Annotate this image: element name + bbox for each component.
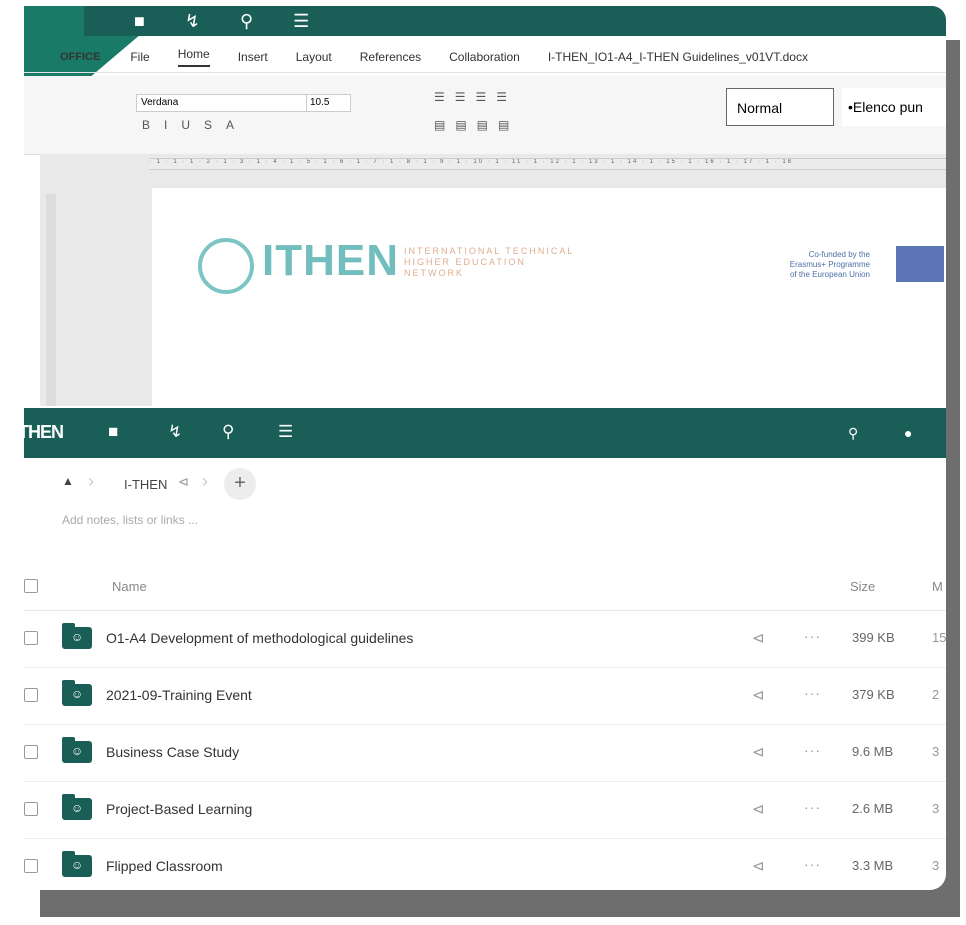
row-checkbox[interactable] xyxy=(24,688,38,702)
share-icon[interactable]: ⊲ xyxy=(178,474,189,490)
search-icon[interactable]: ⚲ xyxy=(222,422,234,442)
notification-icon[interactable]: ● xyxy=(904,425,912,441)
eu-flag-icon xyxy=(896,246,944,282)
cofunded-text: Co-funded by the Erasmus+ Programme of t… xyxy=(789,250,870,279)
shared-folder-icon xyxy=(62,794,92,820)
file-size: 9.6 MB xyxy=(852,744,894,759)
table-row[interactable]: Business Case Study ⊲ ··· 9.6 MB 3 xyxy=(24,724,946,782)
share-icon[interactable]: ⊲ xyxy=(752,857,765,875)
row-checkbox[interactable] xyxy=(24,745,38,759)
file-modified: 3 xyxy=(932,744,940,759)
menu-references[interactable]: References xyxy=(360,50,421,64)
shared-folder-icon xyxy=(62,851,92,877)
files-app-bar: THEN ■ ↯ ⚲ ☰ ⚲ ● xyxy=(24,408,946,458)
menu-insert[interactable]: Insert xyxy=(238,50,268,64)
table-header: Name Size M xyxy=(24,566,946,611)
screenshot-card: ■ ↯ ⚲ ☰ OFFICE File Home Insert Layout R… xyxy=(24,6,946,890)
font-name-select[interactable]: Verdana xyxy=(136,94,322,112)
list-icon[interactable]: ☰ xyxy=(293,11,309,32)
file-size: 399 KB xyxy=(852,630,895,645)
file-modified: 15 xyxy=(932,630,946,645)
row-checkbox[interactable] xyxy=(24,802,38,816)
office-brand: OFFICE xyxy=(60,51,101,63)
breadcrumb-separator: › xyxy=(202,471,208,491)
file-name[interactable]: Business Case Study xyxy=(106,744,239,760)
breadcrumb-separator: › xyxy=(88,471,94,491)
activity-icon[interactable]: ↯ xyxy=(168,422,182,442)
table-row[interactable]: O1-A4 Development of methodological guid… xyxy=(24,610,946,668)
shared-folder-icon xyxy=(62,623,92,649)
shared-folder-icon xyxy=(62,737,92,763)
folder-icon[interactable]: ■ xyxy=(134,11,145,32)
file-modified: 3 xyxy=(932,801,940,816)
ithen-logo-text: ITHEN xyxy=(262,236,399,285)
column-size[interactable]: Size xyxy=(850,579,875,594)
format-buttons[interactable]: BIUSA xyxy=(142,118,248,132)
ithen-logo-icon xyxy=(198,238,254,294)
more-icon[interactable]: ··· xyxy=(804,742,821,758)
file-name[interactable]: Flipped Classroom xyxy=(106,858,223,874)
row-checkbox[interactable] xyxy=(24,859,38,873)
file-size: 3.3 MB xyxy=(852,858,894,873)
menu-file[interactable]: File xyxy=(130,50,149,64)
more-icon[interactable]: ··· xyxy=(804,628,821,644)
more-icon[interactable]: ··· xyxy=(804,856,821,872)
style-normal[interactable]: Normal xyxy=(726,88,834,126)
table-row[interactable]: Project-Based Learning ⊲ ··· 2.6 MB 3 xyxy=(24,781,946,839)
activity-icon[interactable]: ↯ xyxy=(185,11,200,32)
home-icon[interactable]: ▲ xyxy=(62,474,74,488)
more-icon[interactable]: ··· xyxy=(804,685,821,701)
file-size: 379 KB xyxy=(852,687,895,702)
plus-icon[interactable]: + xyxy=(224,468,256,500)
table-row[interactable]: Flipped Classroom ⊲ ··· 3.3 MB 3 xyxy=(24,838,946,890)
table-row[interactable]: 2021-09-Training Event ⊲ ··· 379 KB 2 xyxy=(24,667,946,725)
document-title: I-THEN_IO1-A4_I-THEN Guidelines_v01VT.do… xyxy=(547,50,808,64)
notes-placeholder[interactable]: Add notes, lists or links ... xyxy=(62,513,198,527)
style-list-bullet[interactable]: •Elenco pun xyxy=(842,88,946,126)
search-icon[interactable]: ⚲ xyxy=(240,11,253,32)
files-logo: THEN xyxy=(24,422,64,442)
menu-layout[interactable]: Layout xyxy=(296,50,332,64)
more-icon[interactable]: ··· xyxy=(804,799,821,815)
file-modified: 2 xyxy=(932,687,940,702)
list-buttons[interactable]: ☰☰☰☰ xyxy=(434,90,517,104)
share-icon[interactable]: ⊲ xyxy=(752,800,765,818)
file-name[interactable]: Project-Based Learning xyxy=(106,801,252,817)
file-size: 2.6 MB xyxy=(852,801,894,816)
select-all-checkbox[interactable] xyxy=(24,579,38,593)
menu-home[interactable]: Home xyxy=(177,47,210,67)
column-modified[interactable]: M xyxy=(932,579,943,594)
editor-ribbon: Verdana 10.5 BIUSA ☰☰☰☰ ▤▤▤▤ Normal •Ele… xyxy=(24,76,946,155)
align-buttons[interactable]: ▤▤▤▤ xyxy=(434,118,519,132)
menu-collaboration[interactable]: Collaboration xyxy=(449,50,520,64)
column-name[interactable]: Name xyxy=(112,579,147,594)
breadcrumb-ithen[interactable]: I-THEN xyxy=(124,477,167,492)
horizontal-ruler[interactable]: · 1 · 1 · 1 · 2 · 1 · 3 · 1 · 4 · 1 · 5 … xyxy=(149,158,946,170)
file-name[interactable]: O1-A4 Development of methodological guid… xyxy=(106,630,413,646)
file-modified: 3 xyxy=(932,858,940,873)
document-page[interactable]: ITHEN INTERNATIONAL TECHNICAL HIGHER EDU… xyxy=(152,188,946,406)
folder-icon[interactable]: ■ xyxy=(108,422,118,442)
ithen-logo-subtitle: INTERNATIONAL TECHNICAL HIGHER EDUCATION… xyxy=(404,246,575,278)
vertical-ruler[interactable] xyxy=(46,194,56,406)
search-icon[interactable]: ⚲ xyxy=(848,425,858,442)
file-name[interactable]: 2021-09-Training Event xyxy=(106,687,252,703)
editor-menubar: OFFICE File Home Insert Layout Reference… xyxy=(24,42,946,73)
shared-folder-icon xyxy=(62,680,92,706)
font-size-select[interactable]: 10.5 xyxy=(306,94,351,112)
share-icon[interactable]: ⊲ xyxy=(752,743,765,761)
share-icon[interactable]: ⊲ xyxy=(752,686,765,704)
row-checkbox[interactable] xyxy=(24,631,38,645)
share-icon[interactable]: ⊲ xyxy=(752,629,765,647)
editor-app-bar: ■ ↯ ⚲ ☰ xyxy=(84,6,946,36)
breadcrumb: ▲ › I-THEN ⊲ › + xyxy=(24,468,946,504)
list-icon[interactable]: ☰ xyxy=(278,422,293,442)
